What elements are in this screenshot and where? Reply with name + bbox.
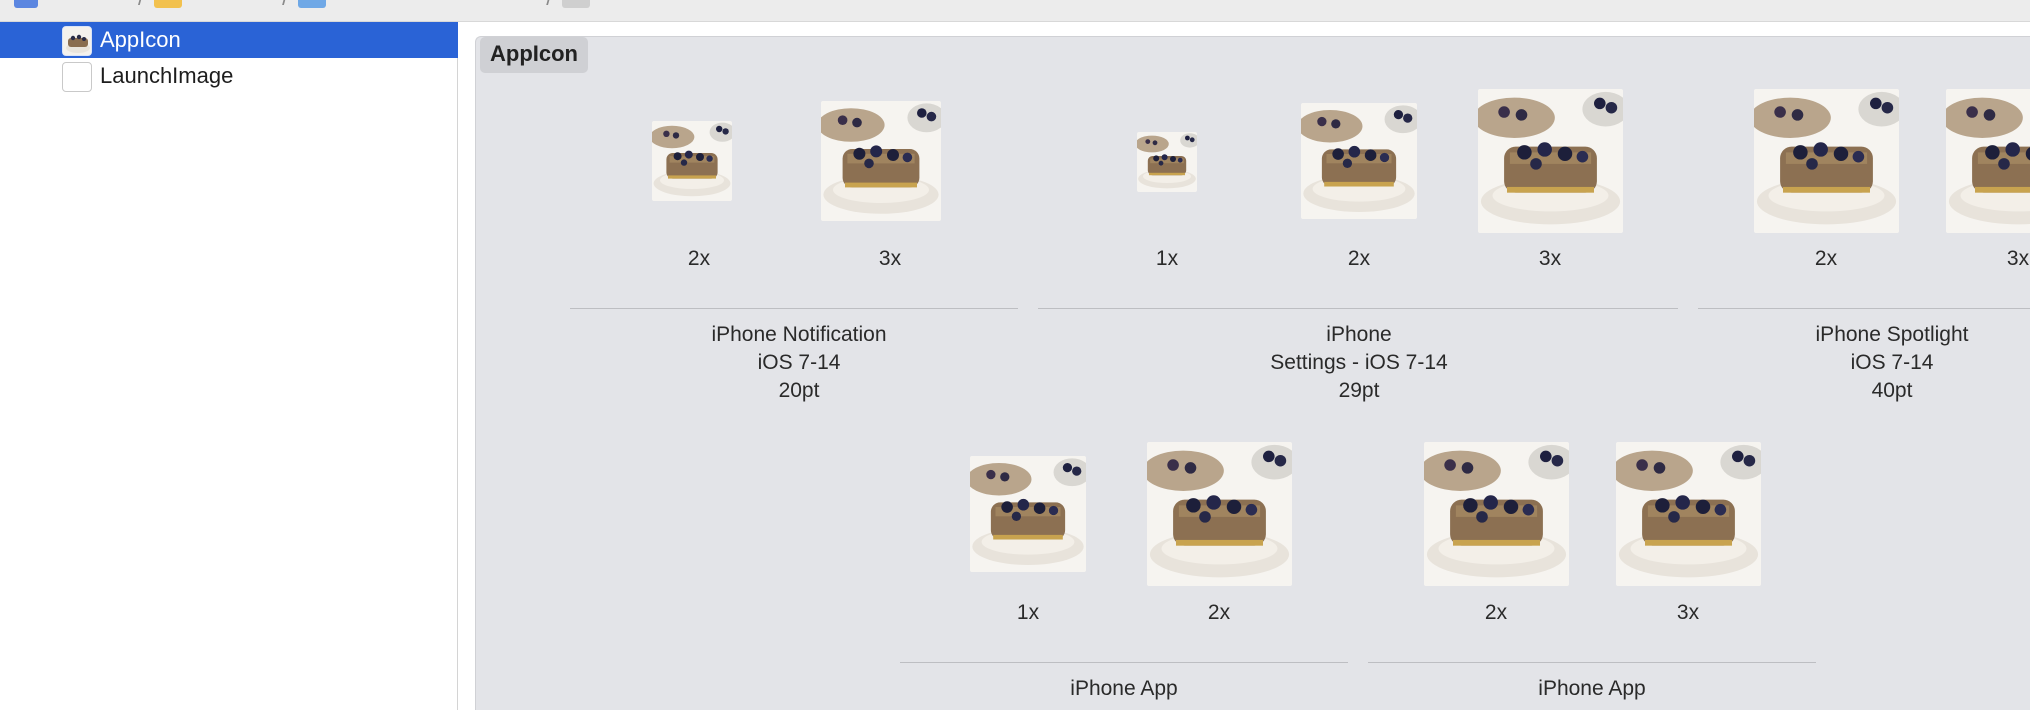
appicon-thumbnail-icon [62,26,92,56]
icon-slot-app-3x[interactable] [1616,442,1761,586]
scale-label-2x: 2x [1347,247,1371,270]
scale-label-2x: 2x [1814,247,1838,270]
scale-label-1x: 1x [1155,247,1179,270]
sidebar-item-appicon[interactable]: AppIcon [0,22,458,58]
food-image-icon [1137,132,1197,192]
food-image-icon [821,101,941,221]
separator-icon: / [282,0,288,11]
breadcrumb: / / / [14,0,591,11]
group-label-iphone-notification: iPhone Notification iOS 7-14 20pt [694,321,904,405]
food-image-icon [652,121,732,201]
group-label-line: iPhone App [1538,677,1646,700]
sidebar-item-launchimage[interactable]: LaunchImage [0,58,458,94]
food-image-icon [1424,442,1569,586]
group-label-line: iOS 7-14 [1850,351,1934,374]
food-image-icon [970,456,1086,572]
group-divider [900,662,1348,663]
appicon-set-icon[interactable] [562,0,591,8]
folder-icon[interactable] [154,0,183,8]
separator-icon: / [138,0,144,11]
food-image-icon [1754,89,1899,233]
asset-editor: AppIcon 2x 3x iPhone Notification iOS 7-… [459,22,2030,710]
scale-label-3x: 3x [878,247,902,270]
group-label-line: iPhone Spotlight [1815,323,1969,346]
icon-slot-app-2x[interactable] [1147,442,1292,586]
food-image-icon [1301,103,1417,219]
icon-slot-settings-1x[interactable] [1137,132,1197,192]
asset-catalog-icon[interactable] [298,0,327,8]
group-label-line: iPhone Notification [711,323,887,346]
group-label-line: iPhone App [1070,677,1178,700]
icon-slot-settings-3x[interactable] [1478,89,1623,233]
set-title: AppIcon [480,37,588,73]
scale-label-3x: 3x [2006,247,2030,270]
scale-label-2x: 2x [687,247,711,270]
scale-label-3x: 3x [1676,601,1700,624]
path-bar: / / / [0,0,2030,22]
scale-label-3x: 3x [1538,247,1562,270]
group-divider [1698,308,2030,309]
icon-slot-spotlight-2x[interactable] [1754,89,1899,233]
icon-slot-notification-2x[interactable] [652,121,732,201]
asset-sidebar: AppIcon LaunchImage [0,22,458,710]
group-divider [1038,308,1678,309]
appicon-set-canvas: AppIcon 2x 3x iPhone Notification iOS 7-… [475,36,2030,710]
project-icon[interactable] [14,0,38,8]
icon-slot-notification-3x[interactable] [821,101,941,221]
group-label-line: 29pt [1338,379,1380,402]
scale-label-2x: 2x [1207,601,1231,624]
group-label-line: Settings - iOS 7-14 [1270,351,1448,374]
sidebar-item-label: AppIcon [100,27,181,52]
food-image-icon [1616,442,1761,586]
icon-slot-spotlight-3x[interactable] [1946,89,2030,233]
sidebar-item-label: LaunchImage [100,63,234,88]
food-image-icon [1946,89,2030,233]
food-image-icon [1478,89,1623,233]
group-label-iphone-settings: iPhone Settings - iOS 7-14 29pt [1234,321,1484,405]
icon-slot-settings-2x[interactable] [1301,103,1417,219]
food-image-icon [1147,442,1292,586]
group-label-iphone-spotlight: iPhone Spotlight iOS 7-14 40pt [1782,321,2002,405]
icon-slot-app-2x[interactable] [1424,442,1569,586]
launchimage-thumbnail-icon [62,62,92,92]
icon-slot-app-1x[interactable] [970,456,1086,572]
group-divider [1368,662,1816,663]
group-label-line: 40pt [1871,379,1913,402]
group-divider [570,308,1018,309]
group-label-line: iOS 7-14 [757,351,841,374]
group-label-line: 20pt [778,379,820,402]
group-label-iphone-app: iPhone App [1024,675,1224,703]
group-label-line: iPhone [1326,323,1392,346]
scale-label-2x: 2x [1484,601,1508,624]
group-label-iphone-app: iPhone App [1492,675,1692,703]
scale-label-1x: 1x [1016,601,1040,624]
separator-icon: / [546,0,552,11]
